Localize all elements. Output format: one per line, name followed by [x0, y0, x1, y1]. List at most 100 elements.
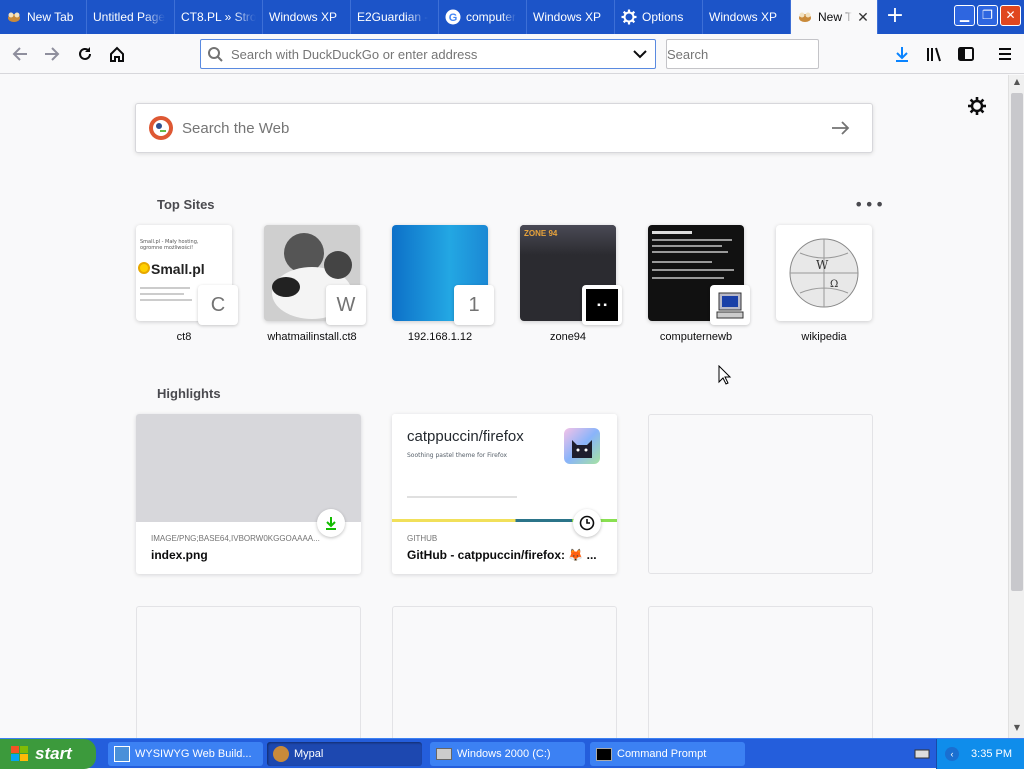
top-site-whatmailinstall[interactable]: W whatmailinstall.ct8: [264, 225, 366, 343]
small-pl-logo: Small.pl: [138, 261, 205, 277]
reload-button[interactable]: [71, 40, 99, 68]
vertical-scrollbar[interactable]: ▲ ▼: [1008, 75, 1024, 738]
taskbar-item-mypal[interactable]: Mypal: [267, 742, 422, 766]
google-icon: G: [445, 9, 461, 25]
tab-new-tab-active[interactable]: New Tab ✕: [791, 0, 878, 34]
mypal-icon: [273, 746, 289, 762]
tab-windows-xp-1[interactable]: Windows XP: [263, 0, 351, 34]
highlight-context: IMAGE/PNG;BASE64,IVBORW0KGGOAAAA...: [151, 534, 320, 543]
tray-expand-icon[interactable]: ‹: [945, 747, 959, 761]
chevron-down-icon[interactable]: [625, 45, 655, 63]
tab-computer[interactable]: G computer: [439, 0, 527, 34]
top-site-zone94[interactable]: ZONE 94 ▪ ▪ zone94: [520, 225, 622, 343]
search-input[interactable]: [667, 46, 843, 62]
site-badge: [710, 285, 750, 325]
hamburger-menu-icon: [999, 48, 1011, 60]
highlight-card-index-png[interactable]: IMAGE/PNG;BASE64,IVBORW0KGGOAAAA... inde…: [136, 414, 361, 574]
restore-button[interactable]: ❐: [977, 5, 998, 26]
taskbar-item-wysiwyg[interactable]: WYSIWYG Web Build...: [108, 742, 263, 766]
site-badge: W: [326, 285, 366, 325]
close-window-button[interactable]: ✕: [1000, 5, 1021, 26]
tab-windows-xp-3[interactable]: Windows XP: [703, 0, 791, 34]
top-site-192-168-1-12[interactable]: 1 192.168.1.12: [392, 225, 494, 343]
empty-highlight-card: [648, 414, 873, 574]
scroll-down-icon[interactable]: ▼: [1011, 723, 1023, 735]
mouse-cursor-icon: [718, 365, 732, 385]
url-input[interactable]: [231, 46, 625, 62]
svg-text:G: G: [449, 12, 458, 24]
text-line: [652, 245, 722, 247]
mypal-icon: [797, 9, 813, 25]
scrollbar-thumb[interactable]: [1011, 93, 1023, 591]
system-tray: ‹ 3:35 PM: [936, 739, 1024, 769]
search-bar[interactable]: [666, 39, 843, 69]
start-button[interactable]: start: [0, 738, 96, 769]
highlights-title: Highlights: [157, 386, 221, 401]
library-icon: [927, 47, 941, 62]
new-tab-page: Top Sites ••• Small.pl - Mały hosting, o…: [0, 75, 1008, 738]
highlight-title: GitHub - catppuccin/firefox: 🦊 ...: [407, 548, 597, 562]
library-button[interactable]: [920, 40, 948, 68]
search-icon: [208, 47, 223, 62]
site-badge: ▪ ▪: [582, 285, 622, 325]
top-site-label: zone94: [549, 331, 587, 343]
mypal-icon: [6, 9, 22, 25]
computer-icon: [716, 292, 744, 319]
site-badge: 1: [454, 285, 494, 325]
navigation-toolbar: [0, 34, 1024, 74]
top-site-label: 192.168.1.12: [407, 331, 473, 343]
drive-icon: [436, 748, 452, 760]
more-options-icon[interactable]: •••: [854, 195, 885, 214]
reload-icon: [79, 47, 91, 60]
clock: 3:35 PM: [971, 748, 1012, 760]
home-button[interactable]: [103, 40, 131, 68]
arrow-right-icon[interactable]: [826, 118, 872, 138]
web-search-input[interactable]: [182, 119, 826, 137]
tab-options[interactable]: Options: [615, 0, 703, 34]
sidebar-icon: [958, 47, 974, 61]
text-line: [652, 261, 712, 263]
top-site-wikipedia[interactable]: WΩ wikipedia: [776, 225, 872, 343]
keyboard-icon[interactable]: [914, 747, 930, 761]
downloads-button[interactable]: [888, 40, 916, 68]
windows-logo-icon: [11, 745, 28, 761]
forward-arrow-icon: [45, 47, 60, 61]
taskbar-item-command-prompt[interactable]: Command Prompt: [590, 742, 745, 766]
scroll-up-icon[interactable]: ▲: [1011, 77, 1023, 89]
tab-strip: New Tab Untitled Page CT8.PL » Stro Wind…: [0, 0, 1024, 34]
tab-windows-xp-2[interactable]: Windows XP: [527, 0, 615, 34]
highlight-card-github[interactable]: catppuccin/firefox Soothing pastel theme…: [392, 414, 617, 574]
top-site-label: ct8: [176, 331, 192, 343]
top-site-ct8[interactable]: Small.pl - Mały hosting, ogromne możliwo…: [136, 225, 238, 343]
command-prompt-icon: [596, 747, 612, 761]
tab-new-tab[interactable]: New Tab: [0, 0, 87, 34]
text-line: [140, 299, 192, 301]
tab-untitled-page[interactable]: Untitled Page: [87, 0, 175, 34]
image-preview: [136, 414, 361, 522]
close-tab-icon[interactable]: ✕: [855, 9, 871, 25]
tab-ct8[interactable]: CT8.PL » Stro: [175, 0, 263, 34]
empty-highlight-card: [648, 606, 873, 738]
wikipedia-globe-icon: WΩ: [789, 238, 859, 308]
web-search-box[interactable]: [135, 103, 873, 153]
customize-gear-icon[interactable]: [966, 95, 988, 117]
taskbar-item-windows-2000[interactable]: Windows 2000 (C:): [430, 742, 585, 766]
minimize-button[interactable]: ▁: [954, 5, 975, 26]
clock-icon: [579, 515, 595, 531]
tab-e2guardian[interactable]: E2Guardian -: [351, 0, 439, 34]
forward-button[interactable]: [38, 40, 66, 68]
highlight-title: index.png: [151, 548, 208, 562]
github-preview: catppuccin/firefox Soothing pastel theme…: [392, 414, 617, 522]
sidebar-button[interactable]: [952, 40, 980, 68]
top-site-computernewb[interactable]: computernewb: [648, 225, 750, 343]
menu-button[interactable]: [991, 40, 1019, 68]
zone94-favicon: ▪ ▪: [586, 289, 618, 321]
empty-highlight-card: [136, 606, 361, 738]
top-site-label: computernewb: [659, 331, 733, 343]
back-button[interactable]: [6, 40, 34, 68]
new-tab-button[interactable]: +: [878, 0, 912, 34]
text-line: [652, 239, 732, 241]
top-sites-title: Top Sites: [157, 197, 215, 212]
back-arrow-icon: [12, 47, 27, 61]
address-bar[interactable]: [200, 39, 656, 69]
